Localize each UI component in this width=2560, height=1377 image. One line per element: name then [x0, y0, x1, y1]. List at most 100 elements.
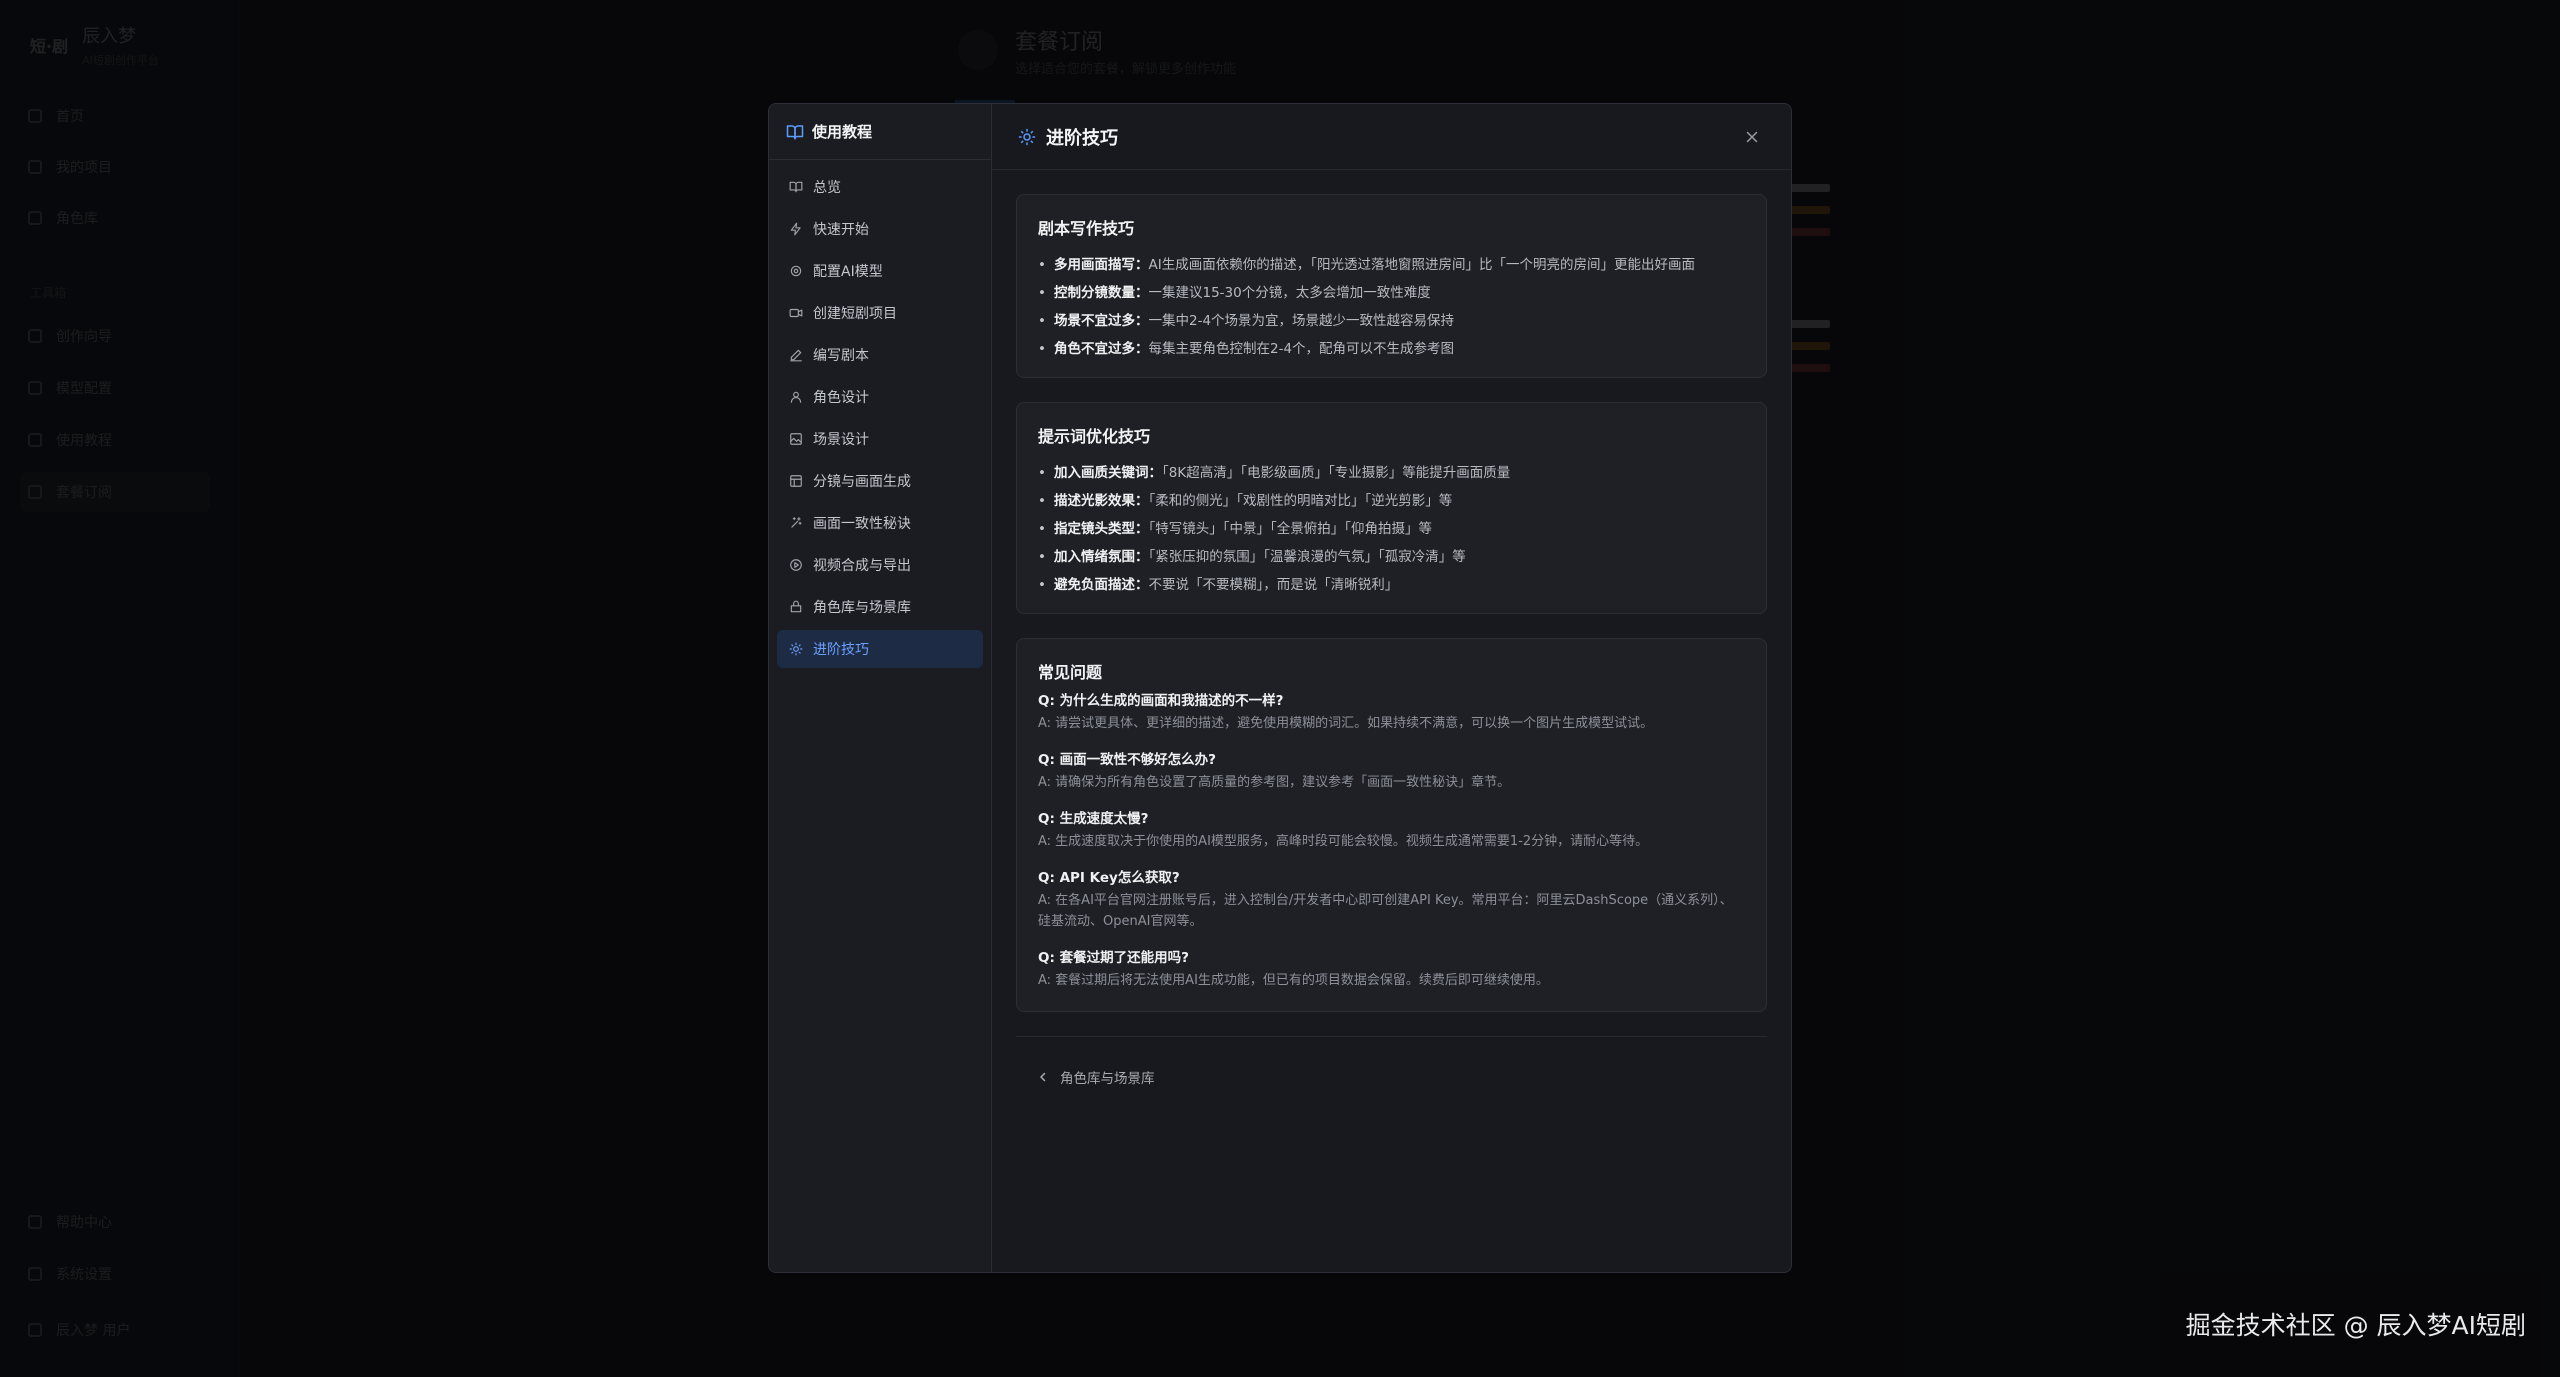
faq-answer: A: 生成速度取决于你使用的AI模型服务，高峰时段可能会较慢。视频生成通常需要1…	[1038, 834, 1649, 849]
faq-answer: A: 请确保为所有角色设置了高质量的参考图，建议参考「画面一致性秘诀」章节。	[1038, 775, 1511, 790]
tip-key: 避免负面描述：	[1054, 577, 1149, 593]
user-icon	[790, 391, 802, 403]
book-icon	[789, 181, 803, 193]
tip-text: 一集建议15-30个分镜，太多会增加一致性难度	[1148, 285, 1431, 301]
tutorial-nav-item[interactable]: 角色设计	[777, 378, 983, 416]
tutorial-nav-label: 画面一致性秘诀	[813, 516, 911, 532]
tip-item: • 避免负面描述：不要说「不要模糊」，而是说「清晰锐利」	[1038, 571, 1745, 599]
tutorial-nav-item[interactable]: 编写剧本	[777, 336, 983, 374]
faq-list: Q: 为什么生成的画面和我描述的不一样? A: 请尝试更具体、更详细的描述，避免使…	[1038, 689, 1745, 991]
faq-question: Q: 套餐过期了还能用吗?	[1038, 950, 1189, 966]
bullet: •	[1038, 313, 1046, 329]
bullet: •	[1038, 465, 1046, 481]
tip-text: 「紧张压抑的氛围」「温馨浪漫的气氛」「孤寂冷清」等	[1148, 549, 1466, 565]
faq-answer: A: 在各AI平台官网注册账号后，进入控制台/开发者中心即可创建API Key。…	[1038, 893, 1733, 929]
tip-item: • 角色不宜过多：每集主要角色控制在2-4个，配角可以不生成参考图	[1038, 335, 1745, 363]
tip-key: 加入情绪氛围：	[1054, 549, 1149, 565]
gear-icon	[790, 265, 802, 277]
storyboard-icon	[790, 475, 802, 487]
tip-item: • 指定镜头类型：「特写镜头」「中景」「全景俯拍」「仰角拍摄」等	[1038, 515, 1745, 543]
faq-question: Q: 画面一致性不够好怎么办?	[1038, 752, 1216, 768]
close-icon[interactable]	[1743, 128, 1761, 146]
tip-text: 「柔和的侧光」「戏剧性的明暗对比」「逆光剪影」等	[1148, 493, 1453, 509]
tip-key: 描述光影效果：	[1054, 493, 1149, 509]
tutorial-nav-label: 视频合成与导出	[813, 558, 911, 574]
bullet: •	[1038, 521, 1046, 537]
faq-card: 常见问题 Q: 为什么生成的画面和我描述的不一样? A: 请尝试更具体、更详细的描…	[1016, 638, 1767, 1012]
lightning-icon	[790, 222, 801, 236]
lightbulb-icon	[789, 642, 803, 656]
prev-page-label: 角色库与场景库	[1060, 1071, 1155, 1087]
tutorial-nav-label: 进阶技巧	[813, 642, 869, 658]
tutorial-content: 进阶技巧 剧本写作技巧 • 多用画面描写：AI生成画面依赖你的描述，「阳光透过落地…	[992, 104, 1791, 1272]
tutorial-nav-item[interactable]: 进阶技巧	[777, 630, 983, 668]
tutorial-nav-item[interactable]: 快速开始	[777, 210, 983, 248]
tip-key: 加入画质关键词：	[1054, 465, 1162, 481]
tip-key: 场景不宜过多：	[1054, 313, 1149, 329]
card-title: 提示词优化技巧	[1038, 427, 1151, 446]
tutorial-sidebar-title: 使用教程	[812, 123, 873, 141]
tutorial-modal: 使用教程 总览快速开始配置AI模型 创建短剧项目编写剧本角色设计场景设计分镜与画面…	[768, 103, 1792, 1273]
tutorial-nav-item[interactable]: 画面一致性秘诀	[777, 504, 983, 542]
tutorial-nav-item[interactable]: 角色库与场景库	[777, 588, 983, 626]
tutorial-sidebar-header: 使用教程	[769, 104, 991, 160]
tutorial-nav-item[interactable]: 总览	[777, 168, 983, 206]
book-open-icon	[786, 124, 804, 139]
watermark: 掘金技术社区 @ 辰入梦AI短剧	[2185, 1311, 2526, 1340]
tutorial-nav-item[interactable]: 配置AI模型	[777, 252, 983, 290]
tutorial-nav-label: 场景设计	[813, 432, 869, 448]
tutorial-nav-label: 角色库与场景库	[813, 600, 911, 616]
tutorial-nav-item[interactable]: 视频合成与导出	[777, 546, 983, 584]
tip-text: 不要说「不要模糊」，而是说「清晰锐利」	[1148, 577, 1399, 593]
tutorial-nav-item[interactable]: 场景设计	[777, 420, 983, 458]
tutorial-nav-label: 角色设计	[813, 390, 869, 406]
tutorial-nav-label: 配置AI模型	[813, 264, 883, 280]
content-body: 剧本写作技巧 • 多用画面描写：AI生成画面依赖你的描述，「阳光透过落地窗照进房间…	[992, 170, 1791, 1012]
faq-answer: A: 套餐过期后将无法使用AI生成功能，但已有的项目数据会保留。续费后即可继续使…	[1038, 973, 1549, 988]
bullet: •	[1038, 577, 1046, 593]
tutorial-nav-item[interactable]: 分镜与画面生成	[777, 462, 983, 500]
tip-item: • 加入情绪氛围：「紧张压抑的氛围」「温馨浪漫的气氛」「孤寂冷清」等	[1038, 543, 1745, 571]
faq-question: Q: 生成速度太慢?	[1038, 811, 1149, 827]
tip-text: 每集主要角色控制在2-4个，配角可以不生成参考图	[1148, 341, 1455, 357]
faq-question: Q: API Key怎么获取?	[1038, 870, 1180, 886]
tip-item: • 场景不宜过多：一集中2-4个场景为宜，场景越少一致性越容易保持	[1038, 307, 1745, 335]
video-icon	[789, 308, 803, 318]
bullet: •	[1038, 341, 1046, 357]
tip-text: AI生成画面依赖你的描述，「阳光透过落地窗照进房间」比「一个明亮的房间」更能出好…	[1148, 257, 1695, 273]
library-icon	[790, 600, 802, 613]
bullet: •	[1038, 285, 1046, 301]
tip-text: 「8K超高清」「电影级画质」「专业摄影」等能提升画面质量	[1162, 465, 1511, 481]
tutorial-nav-label: 总览	[813, 180, 841, 196]
tip-key: 多用画面描写：	[1054, 257, 1149, 273]
tutorial-nav: 总览快速开始配置AI模型 创建短剧项目编写剧本角色设计场景设计分镜与画面生成 画面一…	[769, 160, 991, 680]
prev-page-link[interactable]: 角色库与场景库	[1038, 1067, 1791, 1087]
bullet: •	[1038, 493, 1046, 509]
tip-list: • 加入画质关键词：「8K超高清」「电影级画质」「专业摄影」等能提升画面质量 • 描述…	[1038, 459, 1745, 599]
chevron-left-icon	[1040, 1072, 1046, 1082]
tip-item: • 控制分镜数量：一集建议15-30个分镜，太多会增加一致性难度	[1038, 279, 1745, 307]
play-icon	[790, 559, 802, 571]
tip-item: • 描述光影效果：「柔和的侧光」「戏剧性的明暗对比」「逆光剪影」等	[1038, 487, 1745, 515]
content-divider	[1016, 1036, 1767, 1037]
tutorial-nav-label: 分镜与画面生成	[813, 474, 911, 490]
tip-list: • 多用画面描写：AI生成画面依赖你的描述，「阳光透过落地窗照进房间」比「一个明亮…	[1038, 251, 1745, 363]
edit-icon	[790, 349, 802, 362]
image-icon	[790, 433, 802, 445]
content-header: 进阶技巧	[992, 104, 1791, 170]
tutorial-nav-label: 快速开始	[813, 222, 869, 238]
tutorial-nav-label: 创建短剧项目	[813, 306, 897, 322]
tip-item: • 加入画质关键词：「8K超高清」「电影级画质」「专业摄影」等能提升画面质量	[1038, 459, 1745, 487]
bullet: •	[1038, 549, 1046, 565]
tip-text: 一集中2-4个场景为宜，场景越少一致性越容易保持	[1148, 313, 1455, 329]
sparkle-icon	[791, 517, 802, 528]
script-tips-card: 剧本写作技巧 • 多用画面描写：AI生成画面依赖你的描述，「阳光透过落地窗照进房间…	[1016, 194, 1767, 378]
prompt-tips-card: 提示词优化技巧 • 加入画质关键词：「8K超高清」「电影级画质」「专业摄影」等能提…	[1016, 402, 1767, 614]
tip-item: • 多用画面描写：AI生成画面依赖你的描述，「阳光透过落地窗照进房间」比「一个明亮…	[1038, 251, 1745, 279]
tutorial-nav-item[interactable]: 创建短剧项目	[777, 294, 983, 332]
lightbulb-icon	[1018, 128, 1036, 145]
tutorial-sidebar: 使用教程 总览快速开始配置AI模型 创建短剧项目编写剧本角色设计场景设计分镜与画面…	[769, 104, 992, 1272]
card-title: 常见问题	[1038, 663, 1103, 682]
tip-text: 「特写镜头」「中景」「全景俯拍」「仰角拍摄」等	[1148, 521, 1433, 537]
tip-key: 指定镜头类型：	[1054, 521, 1149, 537]
